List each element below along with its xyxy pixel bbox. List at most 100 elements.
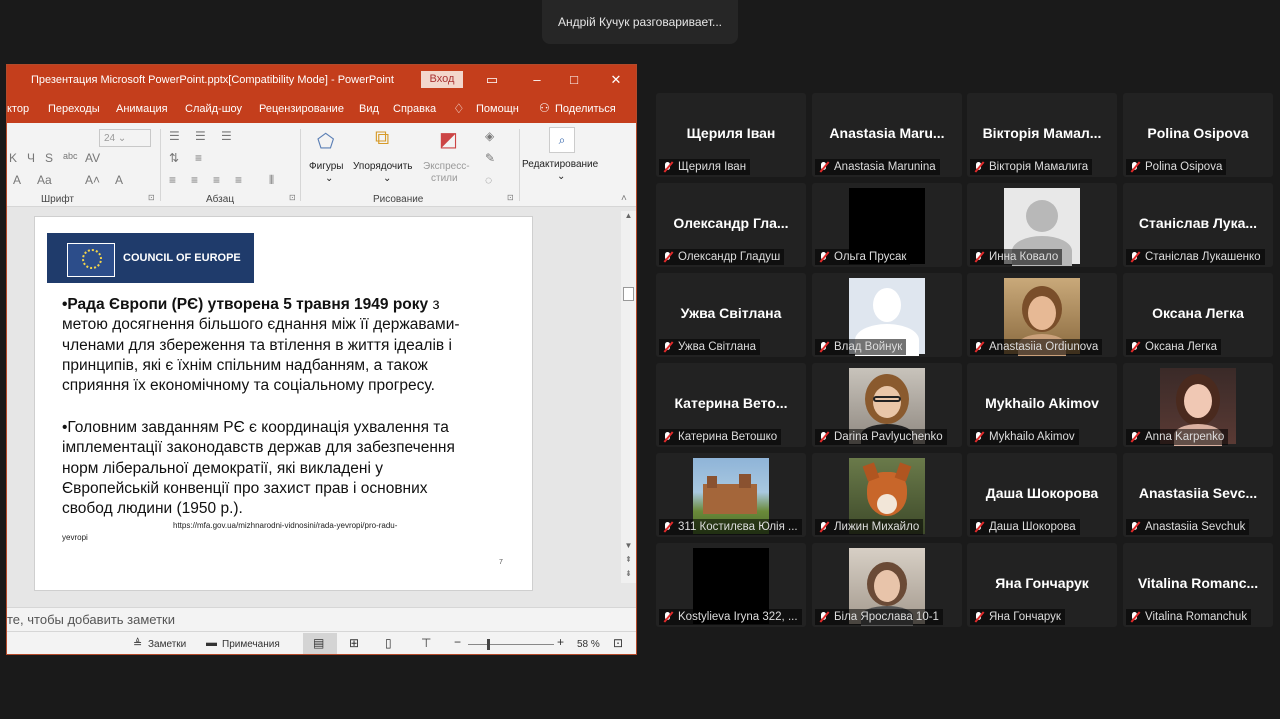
arrange-icon[interactable]: ⧉ xyxy=(375,127,389,150)
editing-chevron-icon[interactable]: ⌄ xyxy=(557,171,565,182)
next-slide-icon[interactable]: ⇟ xyxy=(621,569,636,581)
align-right-icon[interactable]: ≡ xyxy=(213,173,220,187)
participant-tile[interactable]: Влад Войнук xyxy=(812,273,962,357)
share-button[interactable]: Поделиться xyxy=(555,103,616,115)
fit-to-window-icon[interactable]: ⊡ xyxy=(613,636,623,650)
scroll-up-icon[interactable]: ▲ xyxy=(621,211,636,223)
participant-tile[interactable]: Даша Шокорова Даша Шокорова xyxy=(967,453,1117,537)
justify-icon[interactable]: ≡ xyxy=(235,173,242,187)
numbering-icon[interactable]: ☰ xyxy=(195,129,206,143)
participant-tile[interactable]: Kostylieva Iryna 322, ... xyxy=(656,543,806,627)
tab-view[interactable]: Вид xyxy=(359,103,379,115)
notes-icon[interactable]: ≜ xyxy=(133,637,142,650)
notes-pane[interactable]: те, чтобы добавить заметки xyxy=(7,607,636,631)
participant-tile[interactable]: Ольга Прусак xyxy=(812,183,962,267)
underline-icon[interactable]: Ч xyxy=(27,151,35,165)
font-dialog-icon[interactable]: ⊡ xyxy=(148,193,155,202)
powerpoint-window[interactable]: Презентация Microsoft PowerPoint.pptx[Co… xyxy=(6,64,637,655)
bullets-icon[interactable]: ☰ xyxy=(169,129,180,143)
align-left-icon[interactable]: ≡ xyxy=(169,173,176,187)
lightbulb-icon[interactable]: ♢ xyxy=(453,101,465,117)
participant-tile[interactable]: Anastasiia Ordiunova xyxy=(967,273,1117,357)
font-color-icon[interactable]: A xyxy=(115,173,123,187)
italic-icon[interactable]: K xyxy=(9,151,17,165)
zoom-out-icon[interactable]: − xyxy=(454,635,461,649)
arrange-button[interactable]: Упорядочить xyxy=(353,161,413,172)
minimize-icon[interactable]: – xyxy=(525,69,549,91)
participant-tile[interactable]: Біла Ярослава 10-1 xyxy=(812,543,962,627)
participant-tile[interactable]: 311 Костилєва Юлія ... xyxy=(656,453,806,537)
login-button[interactable]: Вход xyxy=(421,71,463,88)
shape-fill-icon[interactable]: ◈ xyxy=(485,129,494,143)
participant-tile[interactable]: Катерина Вето... Катерина Ветошко xyxy=(656,363,806,447)
participant-tile[interactable]: Vitalina Romanc... Vitalina Romanchuk xyxy=(1123,543,1273,627)
find-icon[interactable]: ⌕ xyxy=(549,127,575,153)
font-size-select[interactable]: 24 ⌄ xyxy=(99,129,151,147)
tab-help[interactable]: Справка xyxy=(393,103,436,115)
participant-tile[interactable]: Anna Karpenko xyxy=(1123,363,1273,447)
quick-styles-button-line2[interactable]: стили xyxy=(431,173,458,184)
participant-tile[interactable]: Инна Ковало xyxy=(967,183,1117,267)
reading-view-icon[interactable]: ▯ xyxy=(385,636,392,650)
drawing-dialog-icon[interactable]: ⊡ xyxy=(507,193,514,202)
participant-tile[interactable]: Anastasiia Sevc... Anastasiia Sevchuk xyxy=(1123,453,1273,537)
columns-icon[interactable]: ⫴ xyxy=(269,173,274,188)
tab-design[interactable]: ктор xyxy=(7,103,29,115)
scroll-thumb[interactable] xyxy=(623,287,634,301)
participant-tile[interactable]: Олександр Гла... Олександр Гладуш xyxy=(656,183,806,267)
slide-canvas[interactable]: COUNCIL OF EUROPE •Рада Європи (РЄ) утво… xyxy=(34,216,533,591)
participant-tile[interactable]: Станіслав Лука... Станіслав Лукашенко xyxy=(1123,183,1273,267)
char-spacing-icon[interactable]: AV xyxy=(85,151,100,165)
shapes-icon[interactable]: ⬠ xyxy=(317,129,334,154)
vertical-scrollbar[interactable]: ▲ ▼ ⇞ ⇟ xyxy=(621,211,636,583)
tab-animation[interactable]: Анимация xyxy=(116,103,168,115)
participant-tile[interactable]: Ужва Світлана Ужва Світлана xyxy=(656,273,806,357)
comments-button[interactable]: Примечания xyxy=(222,639,280,650)
strike-text-icon[interactable]: abc xyxy=(63,151,78,161)
collapse-ribbon-icon[interactable]: ˄ xyxy=(621,193,627,204)
participant-tile[interactable]: Polina Osipova Polina Osipova xyxy=(1123,93,1273,177)
participant-tile[interactable]: Щериля Іван Щериля Іван xyxy=(656,93,806,177)
text-direction-icon[interactable]: ⇅ xyxy=(169,151,179,165)
quick-styles-button-line1[interactable]: Экспресс- xyxy=(423,161,470,172)
shape-effects-icon[interactable]: ◌ xyxy=(485,173,492,187)
align-text-icon[interactable]: ≡ xyxy=(195,151,202,165)
participant-tile[interactable]: Оксана Легка Оксана Легка xyxy=(1123,273,1273,357)
tab-slideshow[interactable]: Слайд-шоу xyxy=(185,103,242,115)
participant-tile[interactable]: Лижин Михайло xyxy=(812,453,962,537)
normal-view-icon[interactable]: ▤ xyxy=(313,636,324,650)
strikethrough-icon[interactable]: S xyxy=(45,151,53,165)
participant-tile[interactable]: Вікторія Мамал... Вікторія Мамалига xyxy=(967,93,1117,177)
shapes-chevron-icon[interactable]: ⌄ xyxy=(325,173,333,184)
prev-slide-icon[interactable]: ⇞ xyxy=(621,555,636,567)
tab-review[interactable]: Рецензирование xyxy=(259,103,344,115)
zoom-slider-track[interactable] xyxy=(468,644,554,645)
ribbon-display-icon[interactable]: ▭ xyxy=(480,69,504,91)
participant-tile[interactable]: Mykhailo Akimov Mykhailo Akimov xyxy=(967,363,1117,447)
comments-icon[interactable]: ▬ xyxy=(206,637,217,649)
slide-sorter-icon[interactable]: ⊞ xyxy=(349,636,359,650)
participant-tile[interactable]: Anastasia Maru... Anastasia Marunina xyxy=(812,93,962,177)
participant-tile[interactable]: Яна Гончарук Яна Гончарук xyxy=(967,543,1117,627)
close-icon[interactable]: ✕ xyxy=(604,69,628,91)
zoom-level[interactable]: 58 % xyxy=(577,639,600,650)
quick-styles-icon[interactable]: ◩ xyxy=(439,127,458,152)
participant-tile[interactable]: Darina Pavlyuchenko xyxy=(812,363,962,447)
editing-button[interactable]: Редактирование xyxy=(522,159,598,170)
slideshow-view-icon[interactable]: ⊤ xyxy=(421,636,431,650)
maximize-icon[interactable]: □ xyxy=(562,69,586,91)
zoom-in-icon[interactable]: + xyxy=(557,635,564,649)
zoom-slider-thumb[interactable] xyxy=(487,639,490,650)
highlight-icon[interactable]: Aa xyxy=(37,173,52,187)
shapes-button[interactable]: Фигуры xyxy=(309,161,343,172)
paragraph-dialog-icon[interactable]: ⊡ xyxy=(289,193,296,202)
text-effects-icon[interactable]: A xyxy=(13,173,21,187)
arrange-chevron-icon[interactable]: ⌄ xyxy=(383,173,391,184)
notes-button[interactable]: Заметки xyxy=(148,639,186,650)
shape-outline-icon[interactable]: ✎ xyxy=(485,151,495,165)
tell-me-search[interactable]: Помощн xyxy=(476,103,519,115)
slide-editing-area[interactable]: COUNCIL OF EUROPE •Рада Європи (РЄ) утво… xyxy=(7,207,636,607)
indent-icon[interactable]: ☰ xyxy=(221,129,232,143)
tab-transitions[interactable]: Переходы xyxy=(48,103,100,115)
align-center-icon[interactable]: ≡ xyxy=(191,173,198,187)
